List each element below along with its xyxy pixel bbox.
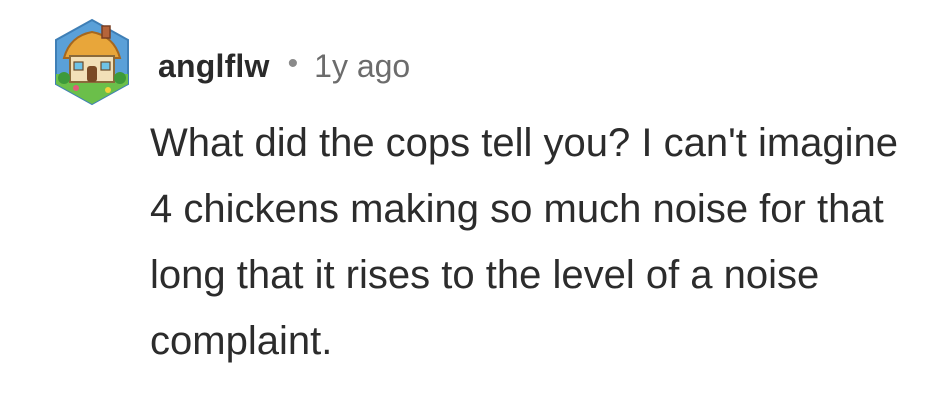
separator-dot: • [287, 47, 299, 80]
cottage-house-avatar-icon [55, 18, 129, 106]
username[interactable]: anglflw [158, 48, 270, 85]
timestamp: 1y ago [314, 47, 411, 84]
comment-body: What did the cops tell you? I can't imag… [150, 121, 899, 363]
comment-meta: anglflw • 1y ago [158, 44, 410, 88]
user-avatar[interactable] [50, 16, 134, 108]
comment: anglflw • 1y ago What did the cops tell … [0, 0, 944, 404]
